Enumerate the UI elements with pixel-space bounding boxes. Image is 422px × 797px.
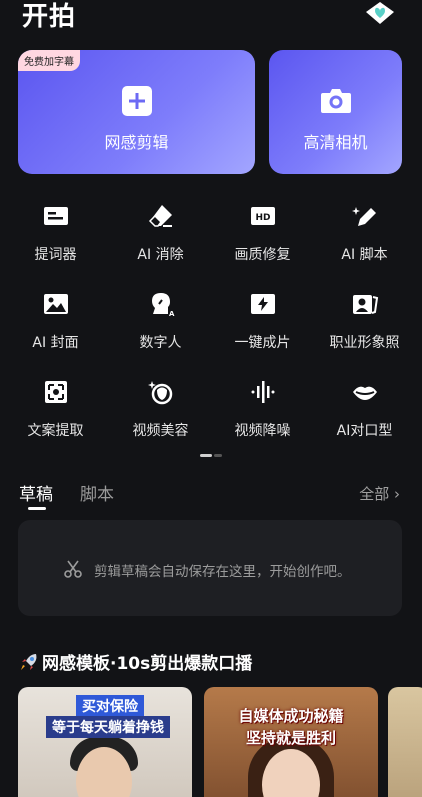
template-caption-bottom: 等于每天躺着挣钱 — [46, 716, 170, 738]
tool-label: 文案提取 — [27, 423, 84, 439]
hd-icon: HD — [250, 207, 275, 225]
tool-one-click[interactable]: 一键成片 — [210, 284, 315, 364]
smart-edit-label: 网感剪辑 — [104, 133, 169, 152]
page-dot-active — [200, 454, 212, 457]
noise-reduction-icon — [251, 381, 274, 403]
templates-section-title: 网感模板·10s剪出爆款口播 — [18, 649, 252, 674]
tool-label: 视频美容 — [132, 423, 189, 439]
portrait-card-icon — [352, 295, 378, 314]
template-card[interactable]: 买对保险 等于每天躺着挣钱 — [18, 687, 192, 797]
tool-label: 职业形象照 — [329, 335, 400, 351]
tab-scripts[interactable]: 脚本 — [80, 480, 114, 505]
tool-ai-script[interactable]: AI 脚本 — [312, 196, 417, 276]
template-caption-bottom: 坚持就是胜利 — [245, 729, 336, 747]
tool-label: AI 消除 — [137, 247, 184, 263]
page-dot — [214, 454, 222, 457]
tab-drafts[interactable]: 草稿 — [19, 480, 53, 505]
template-card-partial[interactable] — [388, 687, 422, 797]
view-all-button[interactable]: 全部 › — [359, 483, 400, 504]
tool-text-extract[interactable]: 文案提取 — [3, 372, 108, 452]
tool-label: 视频降噪 — [234, 423, 291, 439]
eraser-icon — [148, 205, 172, 227]
page-indicator — [200, 454, 222, 457]
scissors-icon — [64, 560, 82, 578]
camera-icon — [320, 89, 351, 113]
hd-camera-card[interactable]: 高清相机 — [269, 50, 402, 174]
tool-digital-human[interactable]: AI 数字人 — [108, 284, 213, 364]
tool-video-beauty[interactable]: 视频美容 — [108, 372, 213, 452]
tabs: 草稿 脚本 全部 › — [0, 480, 422, 514]
diamond-heart-icon[interactable] — [364, 0, 396, 26]
big-cards: 免费加字幕 网感剪辑 高清相机 — [18, 50, 402, 174]
hd-camera-label: 高清相机 — [303, 133, 368, 152]
lips-icon — [352, 386, 377, 400]
tool-ai-cover[interactable]: AI 封面 — [3, 284, 108, 364]
free-subtitle-badge: 免费加字幕 — [18, 50, 80, 71]
tool-label: 提词器 — [34, 247, 77, 263]
teleprompter-icon — [43, 207, 68, 225]
tool-label: AI 脚本 — [341, 247, 388, 263]
tool-label: 数字人 — [139, 335, 182, 351]
template-caption-top: 买对保险 — [76, 695, 144, 717]
tool-video-denoise[interactable]: 视频降噪 — [210, 372, 315, 452]
drafts-empty-panel: 剪辑草稿会自动保存在这里，开始创作吧。 — [18, 520, 402, 616]
svg-text:HD: HD — [255, 213, 270, 223]
drafts-empty-text: 剪辑草稿会自动保存在这里，开始创作吧。 — [94, 564, 351, 580]
tool-label: AI对口型 — [336, 423, 393, 439]
page-title: 开拍 — [22, 2, 77, 32]
tool-quality-repair[interactable]: HD 画质修复 — [210, 196, 315, 276]
rocket-icon — [21, 654, 37, 670]
header: 开拍 — [0, 0, 422, 40]
tab-underline — [28, 507, 46, 510]
image-icon — [43, 294, 68, 314]
tool-teleprompter[interactable]: 提词器 — [3, 196, 108, 276]
pen-sparkle-icon — [351, 207, 376, 226]
svg-text:AI: AI — [169, 310, 175, 318]
template-list: 买对保险 等于每天躺着挣钱 自媒体成功秘籍 坚持就是胜利 — [18, 687, 422, 797]
lightning-icon — [250, 294, 275, 314]
digital-human-icon: AI — [151, 293, 175, 318]
template-caption-top: 自媒体成功秘籍 — [238, 707, 344, 725]
tool-pro-portrait[interactable]: 职业形象照 — [312, 284, 417, 364]
tool-label: 画质修复 — [234, 247, 291, 263]
text-extract-icon — [44, 381, 67, 403]
tool-ai-erase[interactable]: AI 消除 — [108, 196, 213, 276]
tool-label: 一键成片 — [234, 335, 291, 351]
face-beauty-icon — [147, 381, 172, 405]
plus-square-icon — [121, 86, 152, 116]
smart-edit-card[interactable]: 免费加字幕 网感剪辑 — [18, 50, 255, 174]
tool-label: AI 封面 — [32, 335, 79, 351]
template-card[interactable]: 自媒体成功秘籍 坚持就是胜利 — [204, 687, 378, 797]
tool-ai-lipsync[interactable]: AI对口型 — [312, 372, 417, 452]
templates-title: 网感模板·10s剪出爆款口播 — [42, 654, 253, 674]
